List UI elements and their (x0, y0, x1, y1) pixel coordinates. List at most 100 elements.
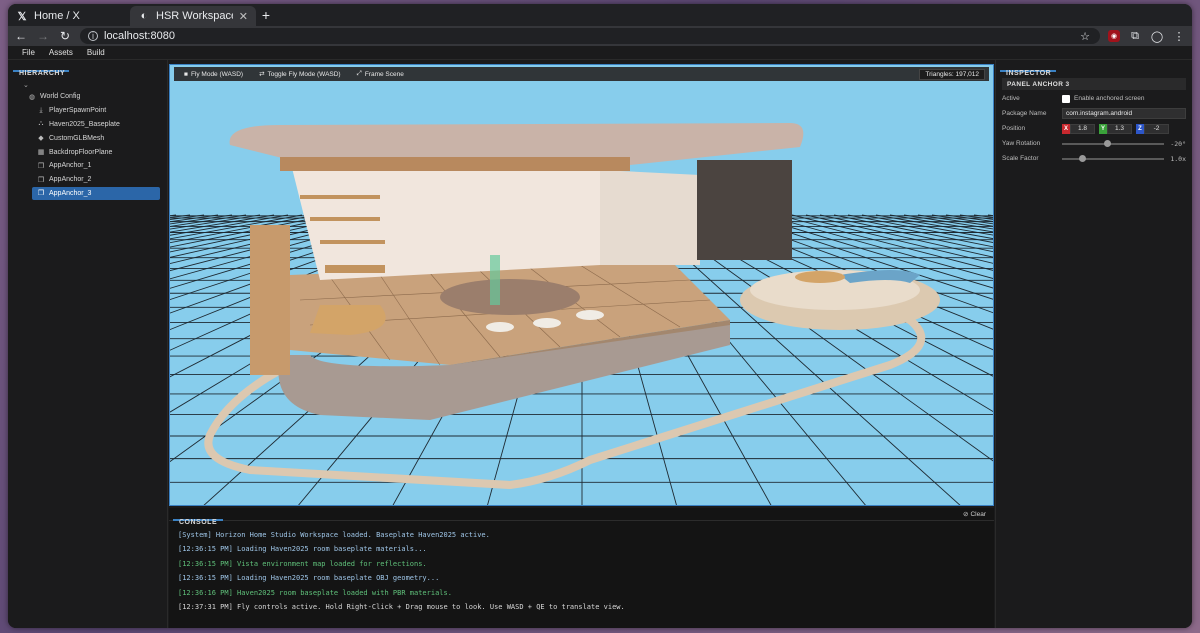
position-row: Position X 1.8 Y 1.3 Z -2 (1002, 122, 1186, 135)
tab-home-x[interactable]: 𝕏 Home / X (8, 6, 126, 26)
position-z-input[interactable]: -2 (1144, 123, 1169, 134)
active-checkbox[interactable] (1062, 94, 1070, 103)
hierarchy-title: HIERARCHY (19, 70, 66, 77)
more-menu-icon[interactable]: ⋮ (1172, 30, 1186, 43)
tree-item-backdropfloorplane[interactable]: ▦ BackdropFloorPlane (8, 145, 167, 159)
glass-object (490, 255, 500, 305)
new-tab-button[interactable]: + (258, 7, 274, 23)
tree-item-label: CustomGLBMesh (49, 134, 105, 142)
scale-slider-knob[interactable] (1079, 154, 1087, 162)
scale-row: Scale Factor 1.0x (1002, 152, 1186, 165)
log-line: [12:36:16 PM] Haven2025 room baseplate l… (178, 588, 452, 597)
clone-icon: ❐ (37, 190, 45, 198)
tree-item-label: BackdropFloorPlane (49, 148, 113, 156)
menu-assets[interactable]: Assets (49, 47, 73, 58)
tab-hsr-workspace[interactable]: ◐ HSR Workspace - C ✕ (130, 6, 256, 26)
extensions-puzzle-icon[interactable]: ⧉ (1128, 30, 1142, 43)
package-name-input[interactable]: com.instagram.android (1062, 108, 1186, 119)
cubes-icon: ⛬ (38, 120, 44, 128)
scale-value: 1.0x (1170, 154, 1186, 163)
scale-slider[interactable] (1062, 154, 1164, 162)
console-panel: CONSOLE ⊘ Clear [System] Horizon Home St… (169, 508, 994, 628)
stool (533, 318, 561, 328)
active-checkbox-label: Enable anchored screen (1074, 95, 1145, 102)
tree-item-playerspawnpoint[interactable]: ⤓ PlayerSpawnPoint (8, 104, 167, 118)
tree-item-appanchor-3[interactable]: ❐ AppAnchor_3 (32, 186, 160, 201)
hierarchy-panel: HIERARCHY ⌄ ◍ World Config ⤓ PlayerSpawn… (8, 60, 168, 628)
package-row: Package Name com.instagram.android (1002, 107, 1186, 120)
package-label: Package Name (1002, 110, 1047, 117)
position-z: Z -2 (1136, 123, 1169, 134)
scene-canvas[interactable] (170, 65, 994, 506)
tab-strip: 𝕏 Home / X ◐ HSR Workspace - C ✕ + (8, 4, 1192, 26)
info-icon[interactable]: i (88, 31, 98, 41)
globe-icon: ◍ (28, 93, 36, 101)
clear-icon: ⊘ (963, 511, 969, 518)
frame-scene-button[interactable]: ⤢ Frame Scene (351, 69, 410, 79)
tree-item-appanchor-1[interactable]: ❐ AppAnchor_1 (8, 159, 167, 173)
toggle-fly-mode-button[interactable]: ⇄ Toggle Fly Mode (WASD) (253, 69, 347, 79)
rug (440, 279, 580, 315)
position-y: Y 1.3 (1099, 123, 1132, 134)
yaw-slider[interactable] (1062, 139, 1164, 147)
tab-title: HSR Workspace - C (156, 10, 233, 22)
x-logo-icon: 𝕏 (17, 10, 27, 23)
roof-beam (280, 157, 630, 171)
profile-icon[interactable]: ◯ (1150, 30, 1164, 43)
log-line: [System] Horizon Home Studio Workspace l… (178, 531, 490, 539)
x-axis-tag: X (1062, 123, 1070, 134)
tree-item-haven2025-baseplate[interactable]: ⛬ Haven2025_Baseplate (8, 118, 167, 132)
console-title: CONSOLE (179, 518, 218, 526)
tree-item-appanchor-2[interactable]: ❐ AppAnchor_2 (8, 173, 167, 187)
hierarchy-tab[interactable]: HIERARCHY (13, 60, 69, 77)
stool (486, 322, 514, 332)
position-x-input[interactable]: 1.8 (1070, 123, 1095, 134)
menu-file[interactable]: File (22, 47, 35, 58)
triangle-count: Triangles: 197,012 (919, 68, 985, 80)
toggle-fly-label: Toggle Fly Mode (WASD) (267, 70, 341, 78)
bookmark-star-icon[interactable]: ☆ (1078, 30, 1092, 43)
app-root: File Assets Build HIERARCHY ⌄ ◍ World Co… (8, 46, 1192, 628)
clone-icon: ❐ (37, 176, 45, 184)
yaw-value: -20° (1170, 139, 1186, 148)
collapse-toggle-icon[interactable]: ⌄ (8, 82, 167, 90)
menu-build[interactable]: Build (87, 47, 105, 58)
log-line: [12:36:15 PM] Loading Haven2025 room bas… (178, 545, 427, 554)
close-icon[interactable]: ✕ (239, 10, 248, 23)
viewport-toolbar: ■ Fly Mode (WASD) ⇄ Toggle Fly Mode (WAS… (174, 67, 989, 81)
position-y-input[interactable]: 1.3 (1107, 123, 1132, 134)
y-axis-tag: Y (1099, 123, 1107, 134)
reload-icon[interactable]: ↻ (58, 29, 72, 43)
url-text[interactable]: localhost:8080 (104, 30, 1072, 42)
side-wall (600, 170, 700, 265)
address-bar[interactable]: i localhost:8080 ☆ (80, 28, 1100, 44)
active-row: Active Enable anchored screen (1002, 92, 1186, 105)
active-label: Active (1002, 95, 1020, 102)
console-tab[interactable]: CONSOLE (173, 508, 223, 526)
position-label: Position (1002, 125, 1026, 132)
yaw-label: Yaw Rotation (1002, 140, 1041, 147)
scale-label: Scale Factor (1002, 155, 1039, 162)
ublock-extension-icon[interactable]: ◉ (1108, 30, 1120, 42)
plane-icon: ▦ (37, 149, 45, 157)
frame-scene-label: Frame Scene (364, 70, 404, 78)
scene-viewport[interactable]: ■ Fly Mode (WASD) ⇄ Toggle Fly Mode (WAS… (169, 64, 994, 506)
camera-icon: ■ (184, 70, 188, 78)
z-axis-tag: Z (1136, 123, 1144, 134)
yaw-slider-knob[interactable] (1103, 139, 1111, 147)
tree-item-customglbmesh[interactable]: ◆ CustomGLBMesh (8, 131, 167, 145)
clear-label: Clear (970, 510, 986, 518)
clear-button[interactable]: ⊘ Clear (963, 510, 986, 519)
browser-toolbar: ← → ↻ i localhost:8080 ☆ ◉ ⧉ ◯ ⋮ (8, 26, 1192, 46)
clone-icon: ❐ (37, 162, 45, 170)
tree-item-label: AppAnchor_3 (49, 189, 92, 197)
back-icon[interactable]: ← (14, 29, 28, 43)
fly-mode-button[interactable]: ■ Fly Mode (WASD) (178, 70, 249, 79)
forward-icon[interactable]: → (36, 29, 50, 43)
tree-item-world-config[interactable]: ◍ World Config (8, 90, 167, 104)
tree-item-label: Haven2025_Baseplate (49, 120, 120, 128)
yaw-row: Yaw Rotation -20° (1002, 137, 1186, 150)
expand-icon: ⤢ (356, 70, 362, 77)
tree-item-label: World Config (40, 93, 81, 101)
inspector-tab[interactable]: INSPECTOR (1000, 60, 1056, 77)
